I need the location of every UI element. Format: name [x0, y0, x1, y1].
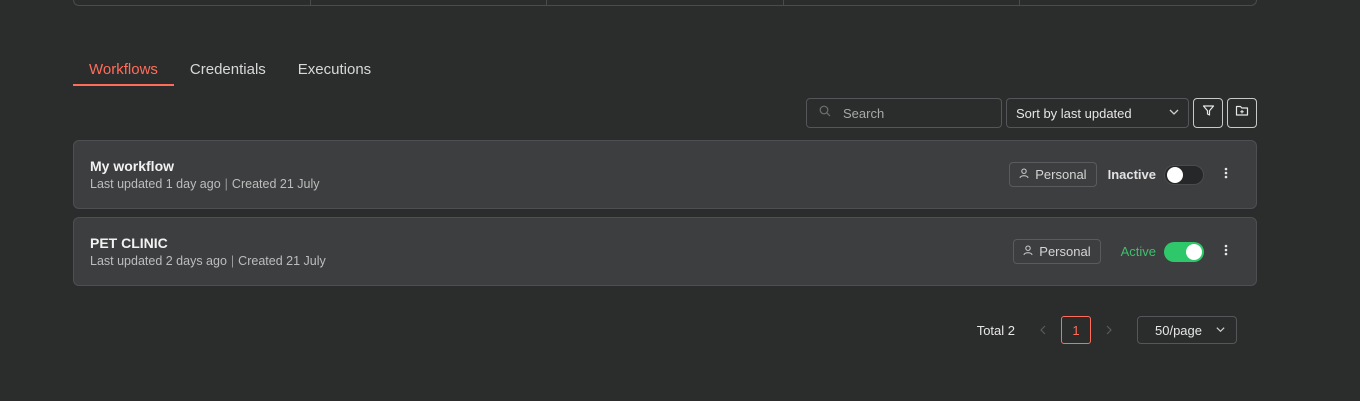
filter-button[interactable] [1193, 98, 1223, 128]
workflow-card[interactable]: My workflow Last updated 1 day ago | Creat… [73, 140, 1257, 209]
next-page-button[interactable] [1103, 322, 1115, 338]
strip-cell [547, 0, 784, 5]
status-label: Active [1120, 244, 1156, 259]
list-toolbar: Sort by last updated [806, 98, 1257, 128]
workflow-meta: Last updated 2 days ago | Created 21 July [90, 254, 326, 268]
status-label: Inactive [1107, 167, 1156, 182]
sort-select[interactable]: Sort by last updated [1006, 98, 1189, 128]
page-number-button[interactable]: 1 [1061, 316, 1091, 344]
table-header-strip [73, 0, 1257, 6]
workflow-updated: Last updated 1 day ago [90, 177, 221, 191]
user-icon [1023, 244, 1033, 259]
workflow-actions: Personal Inactive [1009, 162, 1236, 187]
workflow-card[interactable]: PET CLINIC Last updated 2 days ago | Creat… [73, 217, 1257, 286]
tab-workflows[interactable]: Workflows [73, 52, 174, 86]
toggle-knob [1167, 166, 1183, 183]
toggle-knob [1186, 243, 1202, 260]
tab-credentials[interactable]: Credentials [174, 52, 282, 86]
sort-select-value: Sort by last updated [1016, 105, 1132, 121]
chevron-down-icon [1215, 323, 1226, 338]
vertical-dots-icon [1224, 243, 1228, 261]
meta-separator: | [230, 254, 235, 268]
meta-separator: | [224, 177, 228, 191]
search-input[interactable] [841, 104, 991, 122]
add-folder-icon [1235, 104, 1249, 122]
workflow-created: Created 21 July [238, 254, 326, 268]
strip-cell [1020, 0, 1256, 5]
workflow-meta: Last updated 1 day ago | Created 21 July [90, 177, 319, 191]
chevron-down-icon [1168, 106, 1180, 121]
chevron-right-icon [1106, 325, 1112, 335]
search-icon [819, 104, 831, 122]
owner-badge: Personal [1013, 239, 1101, 264]
workflow-actions: Personal Active [1013, 239, 1236, 264]
active-toggle[interactable] [1164, 241, 1204, 262]
workflow-name[interactable]: My workflow [90, 158, 174, 174]
page-size-value: 50/page [1155, 322, 1202, 338]
more-options-button[interactable] [1216, 165, 1236, 185]
filter-icon [1202, 104, 1215, 122]
workflow-created: Created 21 July [231, 177, 320, 191]
workflow-updated: Last updated 2 days ago [90, 254, 227, 268]
strip-cell [311, 0, 548, 5]
owner-badge: Personal [1009, 162, 1097, 187]
active-toggle[interactable] [1164, 164, 1204, 185]
more-options-button[interactable] [1216, 242, 1236, 262]
add-folder-button[interactable] [1227, 98, 1257, 128]
owner-label: Personal [1039, 244, 1091, 259]
workflow-name[interactable]: PET CLINIC [90, 235, 168, 251]
chevron-left-icon [1040, 325, 1046, 335]
search-box[interactable] [806, 98, 1002, 128]
owner-label: Personal [1035, 167, 1087, 182]
vertical-dots-icon [1224, 166, 1228, 184]
pagination: Total 2 1 50/page [977, 316, 1237, 344]
user-icon [1019, 167, 1029, 182]
prev-page-button[interactable] [1037, 322, 1049, 338]
page-size-select[interactable]: 50/page [1137, 316, 1237, 344]
strip-cell [784, 0, 1021, 5]
total-count: Total 2 [976, 322, 1015, 338]
tab-bar: Workflows Credentials Executions [73, 52, 387, 86]
tab-executions[interactable]: Executions [282, 52, 387, 86]
strip-cell [74, 0, 311, 5]
